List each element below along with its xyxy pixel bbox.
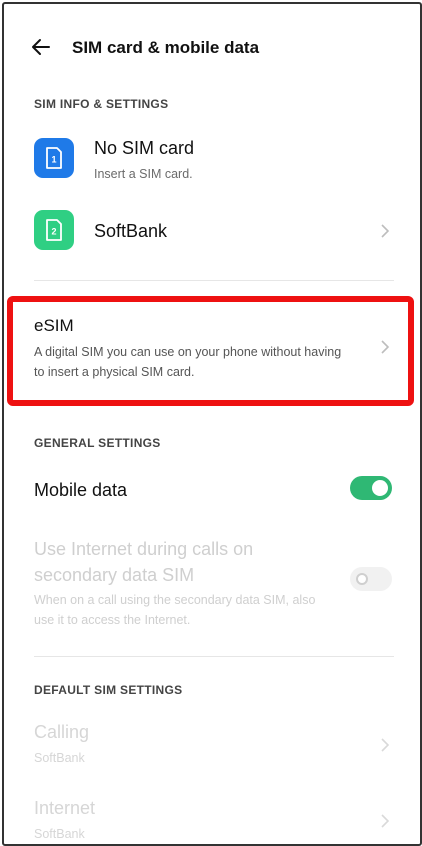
- highlight-box: [7, 296, 414, 406]
- sim2-title: SoftBank: [94, 221, 168, 241]
- divider: [34, 656, 394, 657]
- internet-calls-subtitle: When on a call using the secondary data …: [34, 593, 316, 627]
- internet-title: Internet: [34, 798, 96, 818]
- calling-title: Calling: [34, 722, 90, 742]
- sim-card-1-icon: 1: [34, 138, 74, 178]
- back-arrow-icon[interactable]: [28, 34, 54, 60]
- mobile-data-title: Mobile data: [34, 480, 128, 500]
- mobile-data-toggle[interactable]: [350, 476, 392, 500]
- section-header-general: GENERAL SETTINGS: [34, 436, 161, 450]
- sim1-subtitle: Insert a SIM card.: [94, 167, 193, 181]
- sim2-row[interactable]: 2 SoftBank: [4, 200, 420, 260]
- section-header-sim-info: SIM INFO & SETTINGS: [34, 97, 169, 111]
- calling-row[interactable]: Calling SoftBank: [4, 718, 420, 772]
- page-title: SIM card & mobile data: [72, 38, 260, 57]
- screen: SIM card & mobile data SIM INFO & SETTIN…: [2, 2, 422, 846]
- sim-card-2-icon: 2: [34, 210, 74, 250]
- chevron-right-icon: [378, 738, 392, 752]
- svg-text:1: 1: [51, 155, 56, 165]
- internet-calls-title: Use Internet during calls on secondary d…: [34, 539, 254, 585]
- divider: [34, 280, 394, 281]
- chevron-right-icon: [378, 224, 392, 238]
- calling-value: SoftBank: [34, 751, 85, 765]
- sim1-row[interactable]: 1 No SIM card Insert a SIM card.: [4, 124, 420, 188]
- svg-text:2: 2: [51, 227, 56, 237]
- internet-calls-toggle[interactable]: [350, 567, 392, 591]
- internet-row[interactable]: Internet SoftBank: [4, 794, 420, 844]
- sim1-title: No SIM card: [94, 138, 195, 158]
- section-header-default-sim: DEFAULT SIM SETTINGS: [34, 683, 183, 697]
- chevron-right-icon: [378, 814, 392, 828]
- internet-value: SoftBank: [34, 827, 85, 841]
